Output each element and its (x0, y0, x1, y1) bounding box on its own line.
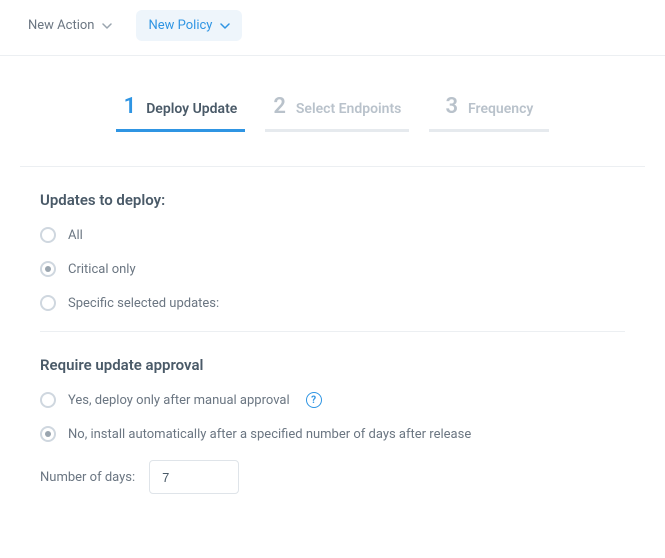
new-action-label: New Action (28, 18, 94, 33)
approval-title: Require update approval (40, 356, 625, 374)
step-label: Frequency (468, 101, 533, 117)
require-approval-section: Require update approval Yes, deploy only… (0, 332, 665, 494)
step-deploy-update[interactable]: 1 Deploy Update (116, 94, 246, 132)
radio-approval-no[interactable]: No, install automatically after a specif… (40, 426, 625, 442)
radio-icon (40, 295, 56, 311)
updates-title: Updates to deploy: (40, 191, 625, 209)
radio-label: Specific selected updates: (68, 296, 219, 311)
radio-icon (40, 392, 56, 408)
radio-icon (40, 261, 56, 277)
wizard-steps: 1 Deploy Update 2 Select Endpoints 3 Fre… (0, 56, 665, 154)
chevron-down-icon (102, 21, 112, 31)
radio-label: Yes, deploy only after manual approval (68, 393, 290, 408)
step-number: 2 (273, 94, 286, 119)
step-select-endpoints[interactable]: 2 Select Endpoints (265, 94, 409, 132)
radio-label: No, install automatically after a specif… (68, 427, 471, 442)
new-policy-button[interactable]: New Policy (136, 10, 242, 41)
days-label: Number of days: (40, 470, 135, 485)
radio-specific-selected[interactable]: Specific selected updates: (40, 295, 625, 311)
radio-icon (40, 426, 56, 442)
step-number: 3 (445, 94, 458, 119)
radio-label: All (68, 228, 83, 243)
step-frequency[interactable]: 3 Frequency (429, 94, 549, 132)
radio-all[interactable]: All (40, 227, 625, 243)
radio-icon (40, 227, 56, 243)
help-icon[interactable]: ? (306, 392, 322, 408)
updates-to-deploy-section: Updates to deploy: All Critical only Spe… (0, 167, 665, 311)
radio-approval-yes[interactable]: Yes, deploy only after manual approval ? (40, 392, 625, 408)
days-input[interactable] (149, 460, 239, 494)
step-label: Select Endpoints (296, 101, 402, 117)
new-policy-label: New Policy (148, 18, 212, 33)
step-number: 1 (124, 94, 137, 119)
radio-label: Critical only (68, 262, 136, 277)
radio-critical-only[interactable]: Critical only (40, 261, 625, 277)
top-toolbar: New Action New Policy (0, 0, 665, 56)
chevron-down-icon (220, 21, 230, 31)
new-action-button[interactable]: New Action (16, 10, 124, 41)
step-label: Deploy Update (146, 101, 237, 117)
number-of-days-row: Number of days: (40, 460, 625, 494)
